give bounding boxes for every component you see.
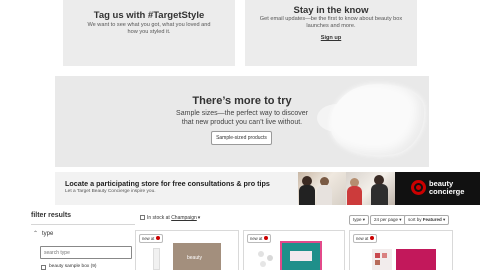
bullseye-icon bbox=[411, 180, 426, 195]
bullseye-icon bbox=[369, 236, 374, 240]
product-image-box: beauty bbox=[173, 243, 221, 270]
per-page-select[interactable]: 24 per page ▾ bbox=[370, 215, 406, 225]
store-link[interactable]: Champaign bbox=[171, 215, 197, 221]
concierge-photo bbox=[298, 172, 346, 205]
product-card[interactable]: new at bbox=[349, 230, 453, 270]
sample-promo-banner: There’s more to try Sample sizes—the per… bbox=[55, 76, 429, 167]
chevron-down-icon: ▾ bbox=[362, 217, 366, 222]
chevron-down-icon: ▾ bbox=[197, 215, 201, 221]
beauty-concierge-logo: beauty concierge bbox=[395, 172, 480, 205]
product-image bbox=[256, 249, 276, 270]
sort-prefix: sort by bbox=[408, 217, 423, 222]
newsletter-title: Stay in the know bbox=[293, 5, 369, 16]
product-image bbox=[372, 249, 392, 270]
chevron-down-icon: ▾ bbox=[443, 217, 446, 222]
concierge-brand-line-2: concierge bbox=[429, 187, 465, 196]
sort-select[interactable]: sort by Featured ▾ bbox=[404, 215, 450, 225]
filter-results-heading: filter results bbox=[31, 212, 72, 219]
sample-sized-products-button[interactable]: Sample-sized products bbox=[211, 131, 272, 145]
locate-title: Locate a participating store for free co… bbox=[65, 179, 270, 188]
sign-up-link[interactable]: Sign up bbox=[245, 35, 417, 41]
bullseye-icon bbox=[155, 236, 160, 240]
type-select-label: type bbox=[353, 217, 362, 222]
product-brand-text: beauty bbox=[187, 255, 203, 261]
promo-line-2: that new product you can’t live without. bbox=[181, 119, 303, 126]
product-image-box bbox=[396, 249, 436, 270]
promo-title: There’s more to try bbox=[192, 95, 292, 107]
product-card[interactable]: new at bbox=[243, 230, 345, 270]
new-at-badge: new at bbox=[247, 234, 271, 243]
ugc-tile: Tag us with #TargetStyle We want to see … bbox=[63, 0, 235, 66]
newsletter-tile: Stay in the know Get email updates—be th… bbox=[245, 0, 417, 66]
in-stock-checkbox[interactable] bbox=[140, 215, 145, 220]
product-image-box bbox=[280, 241, 322, 270]
bullseye-icon bbox=[263, 236, 268, 240]
promo-line-1: Sample sizes—the perfect way to discover bbox=[176, 110, 308, 117]
filter-option-beauty-sample-box[interactable]: beauty sample box (9) bbox=[40, 264, 132, 270]
type-select[interactable]: type ▾ bbox=[349, 215, 370, 225]
locate-subtitle: Let a Target Beauty Concierge inspire yo… bbox=[65, 189, 156, 194]
filter-divider bbox=[31, 224, 135, 225]
new-at-badge: new at bbox=[353, 234, 377, 243]
concierge-banner[interactable]: Locate a participating store for free co… bbox=[55, 172, 480, 205]
newsletter-body: Get email updates—be the first to know a… bbox=[259, 16, 403, 29]
new-at-badge: new at bbox=[139, 234, 163, 243]
ugc-body: We want to see what you got, what you lo… bbox=[87, 22, 211, 35]
checkbox[interactable] bbox=[41, 265, 46, 270]
type-filter-label: type bbox=[42, 231, 54, 237]
chevron-down-icon: ▾ bbox=[399, 217, 402, 222]
product-image bbox=[153, 248, 160, 270]
product-card[interactable]: new at beauty bbox=[135, 230, 239, 270]
store-photo bbox=[346, 172, 395, 205]
search-type-input[interactable] bbox=[40, 246, 132, 259]
in-stock-filter[interactable]: In stock at Champaign▾ bbox=[140, 215, 200, 223]
type-filter-toggle[interactable]: ⌃ type bbox=[33, 230, 133, 240]
filter-option-label: beauty sample box (9) bbox=[49, 264, 97, 269]
sort-value: Featured bbox=[422, 217, 442, 222]
ugc-title: Tag us with #TargetStyle bbox=[93, 10, 205, 21]
in-stock-label: In stock at bbox=[147, 215, 172, 221]
per-page-label: 24 per page bbox=[374, 217, 399, 222]
chevron-up-icon: ⌃ bbox=[33, 231, 39, 237]
